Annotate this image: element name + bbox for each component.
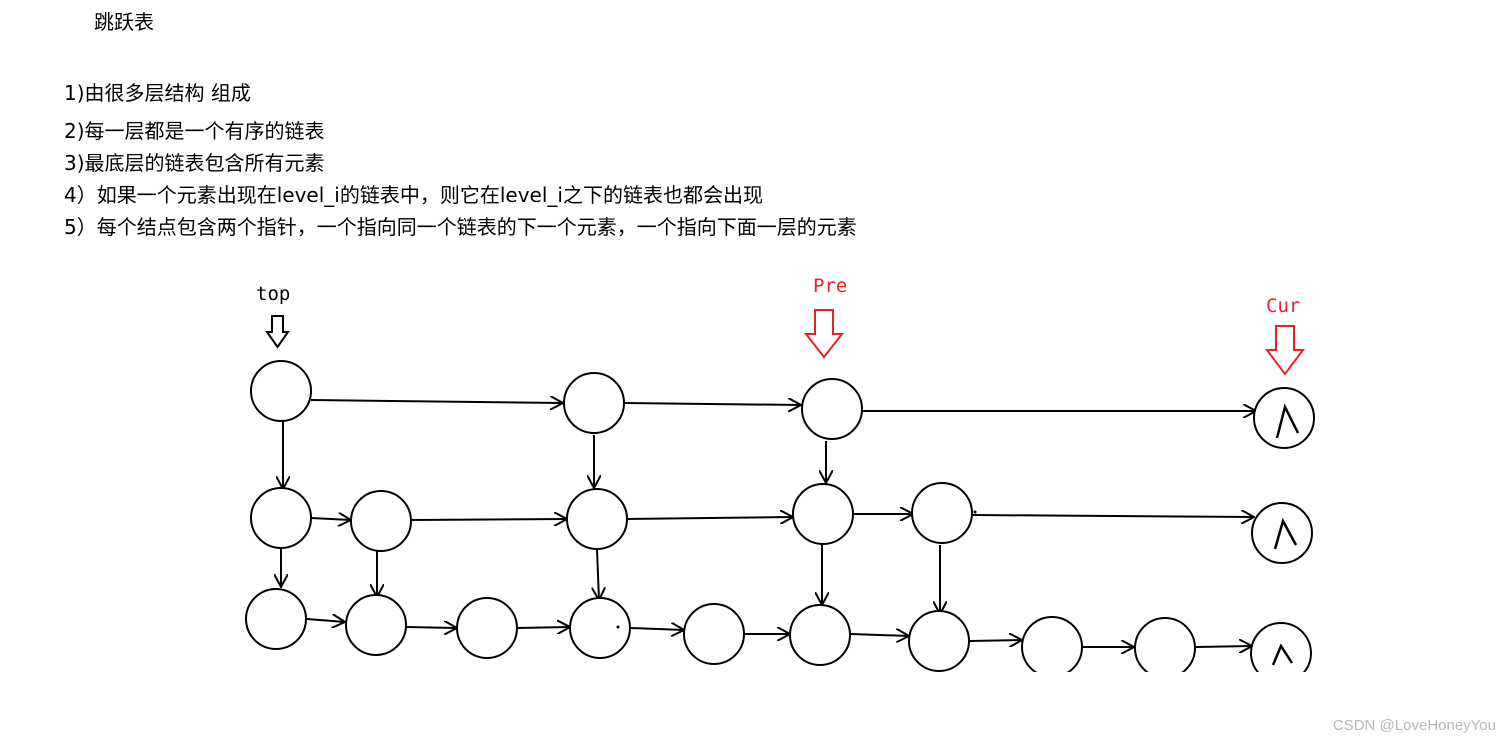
pre-label: Pre <box>813 275 847 297</box>
link-arrow <box>626 517 793 519</box>
link-arrow <box>1195 646 1252 647</box>
down-arrow <box>597 549 599 600</box>
node-level1-4 <box>792 483 854 545</box>
node-level2-null <box>1253 387 1315 449</box>
link-arrow <box>306 619 345 622</box>
node-level0-1 <box>245 588 307 650</box>
node-level0-3 <box>456 597 518 659</box>
pre-pointer-arrow <box>803 309 845 359</box>
node-level1-3 <box>566 488 628 550</box>
link-arrow <box>972 515 1254 517</box>
node-level1-null <box>1251 502 1313 564</box>
node-level0-9 <box>1134 617 1196 679</box>
node-level0-4 <box>569 597 631 659</box>
node-level0-5 <box>683 603 745 665</box>
level-1-links <box>310 514 1254 520</box>
stray-dot <box>973 510 977 514</box>
node-level0-8 <box>1021 616 1083 678</box>
link-arrow <box>516 627 570 628</box>
node-level1-1 <box>250 487 312 549</box>
skip-list-diagram: top Pre Cur <box>230 275 1340 742</box>
level-2-links <box>310 400 1256 411</box>
top-pointer-arrow <box>265 315 290 349</box>
crop-mask <box>230 672 1340 742</box>
top-label: top <box>256 283 290 305</box>
cur-pointer-arrow <box>1265 325 1305 376</box>
node-level0-6 <box>789 604 851 666</box>
node-level1-5 <box>911 482 973 544</box>
link-arrow <box>310 400 563 403</box>
node-level0-2 <box>345 594 407 656</box>
node-level2-1 <box>250 360 312 422</box>
link-arrow <box>630 628 684 630</box>
node-level1-2 <box>350 490 412 552</box>
link-arrow <box>405 627 457 628</box>
node-level2-2 <box>563 372 625 434</box>
link-arrow <box>310 518 351 520</box>
link-arrow <box>410 519 567 520</box>
node-level0-7 <box>908 610 970 672</box>
level-0-links <box>306 619 1252 647</box>
stray-dot <box>616 625 620 629</box>
cur-label: Cur <box>1266 295 1300 317</box>
link-arrow <box>850 634 909 636</box>
watermark: CSDN @LoveHoneyYou <box>1332 717 1496 734</box>
node-level2-3 <box>801 378 863 440</box>
link-arrow <box>969 640 1022 641</box>
link-arrow <box>623 403 801 405</box>
